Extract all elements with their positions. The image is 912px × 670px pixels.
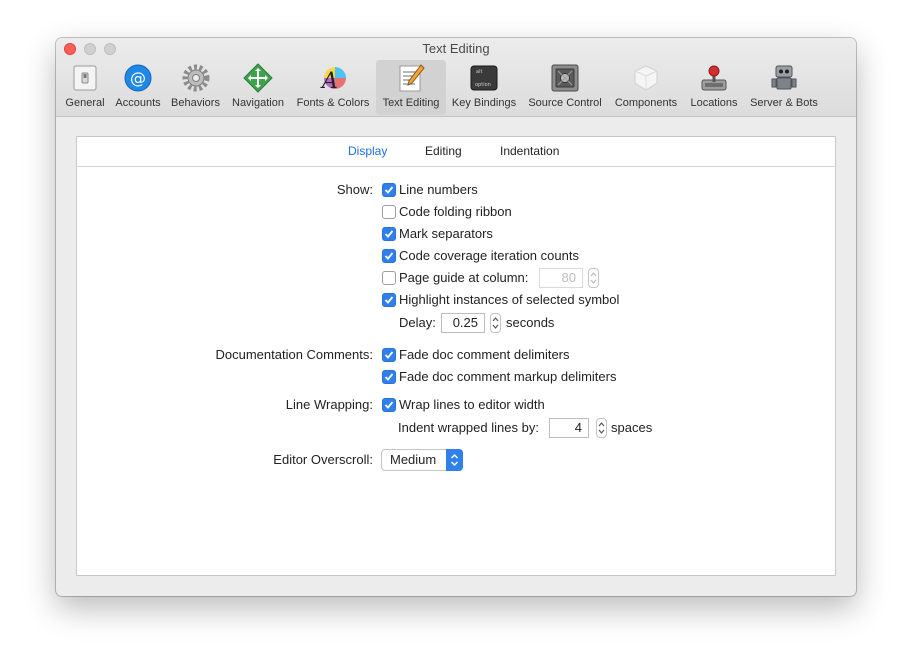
- svg-text:A: A: [320, 69, 338, 93]
- titlebar: Text Editing General @ Accounts Behavior…: [56, 38, 856, 117]
- toolbar-label: Source Control: [528, 97, 602, 109]
- key-bindings-icon: alt option: [470, 65, 498, 91]
- toolbar-label: Locations: [690, 97, 738, 109]
- toolbar-label: Behaviors: [171, 97, 220, 109]
- editor-overscroll-label: Editor Overscroll:: [273, 452, 373, 467]
- indent-unit-label: spaces: [611, 420, 653, 435]
- code-folding-ribbon-label: Code folding ribbon: [399, 204, 512, 219]
- chevron-updown-icon: [450, 453, 459, 467]
- highlight-instances-label: Highlight instances of selected symbol: [399, 292, 620, 307]
- window-title: Text Editing: [422, 41, 490, 56]
- code-folding-ribbon-checkbox[interactable]: [382, 205, 396, 219]
- delay-unit-label: seconds: [506, 315, 555, 330]
- fonts-colors-icon: A: [320, 67, 346, 93]
- mark-separators-checkbox[interactable]: [382, 227, 396, 241]
- toolbar-key-bindings[interactable]: alt option Key Bindings: [448, 60, 520, 115]
- doc-comments-label: Documentation Comments:: [215, 347, 373, 362]
- indent-wrapped-stepper[interactable]: [596, 418, 607, 438]
- checkmark-icon: [384, 186, 394, 194]
- stepper-arrows-icon: [492, 317, 499, 329]
- line-numbers-label: Line numbers: [399, 182, 478, 197]
- tab-display[interactable]: Display: [348, 144, 387, 158]
- toolbar-label: Accounts: [115, 97, 161, 109]
- toolbar-fonts-colors[interactable]: A Fonts & Colors: [292, 60, 374, 115]
- page-guide-column-field: 80: [539, 268, 583, 288]
- tab-indentation[interactable]: Indentation: [500, 144, 559, 158]
- editor-overscroll-value: Medium: [390, 452, 437, 467]
- behaviors-icon: [182, 64, 209, 92]
- preferences-window: Text Editing General @ Accounts Behavior…: [56, 38, 856, 596]
- toolbar-label: Key Bindings: [451, 97, 517, 109]
- fade-doc-delimiters-checkbox[interactable]: [382, 348, 396, 362]
- toolbar-behaviors[interactable]: Behaviors: [167, 60, 224, 115]
- checkmark-icon: [384, 373, 394, 381]
- toolbar-accounts[interactable]: @ Accounts: [110, 60, 166, 115]
- checkmark-icon: [384, 296, 394, 304]
- accounts-icon: @: [124, 64, 152, 92]
- indent-wrapped-label: Indent wrapped lines by:: [398, 420, 539, 435]
- fade-doc-delimiters-label: Fade doc comment delimiters: [399, 347, 570, 362]
- toolbar-navigation[interactable]: Navigation: [226, 60, 290, 115]
- tab-editing[interactable]: Editing: [425, 144, 462, 158]
- server-bots-icon: [771, 65, 797, 90]
- line-numbers-checkbox[interactable]: [382, 183, 396, 197]
- tab-bar: Display Editing Indentation: [77, 137, 835, 167]
- toolbar-text-editing[interactable]: Text Editing: [376, 60, 446, 115]
- highlight-instances-checkbox[interactable]: [382, 293, 396, 307]
- wrap-lines-label: Wrap lines to editor width: [399, 397, 545, 412]
- wrap-lines-checkbox[interactable]: [382, 398, 396, 412]
- stepper-arrows-icon: [598, 422, 605, 434]
- general-icon: [73, 65, 97, 91]
- svg-text:option: option: [475, 82, 491, 88]
- toolbar-label: Components: [614, 97, 678, 109]
- settings-panel: Display Editing Indentation Show: Line n…: [76, 136, 836, 576]
- toolbar-label: Fonts & Colors: [296, 97, 370, 109]
- toolbar-components[interactable]: Components: [610, 60, 682, 115]
- locations-icon: [701, 65, 727, 91]
- toolbar-source-control[interactable]: Source Control: [522, 60, 608, 115]
- toolbar-label: Server & Bots: [750, 97, 818, 109]
- delay-label: Delay:: [399, 315, 436, 330]
- page-guide-stepper: [588, 268, 599, 288]
- show-label: Show:: [336, 182, 373, 197]
- code-coverage-label: Code coverage iteration counts: [399, 248, 579, 263]
- checkmark-icon: [384, 230, 394, 238]
- fade-doc-markup-label: Fade doc comment markup delimiters: [399, 369, 617, 384]
- navigation-icon: [243, 63, 273, 93]
- fade-doc-markup-checkbox[interactable]: [382, 370, 396, 384]
- code-coverage-checkbox[interactable]: [382, 249, 396, 263]
- toolbar-server-bots[interactable]: Server & Bots: [746, 60, 822, 115]
- page-guide-label: Page guide at column:: [399, 270, 529, 285]
- line-wrapping-label: Line Wrapping:: [285, 397, 373, 412]
- stepper-arrows-icon: [590, 272, 597, 284]
- svg-text:@: @: [130, 69, 146, 88]
- toolbar-label: Text Editing: [382, 97, 440, 109]
- components-icon: [634, 65, 658, 91]
- delay-stepper[interactable]: [490, 313, 501, 333]
- delay-field[interactable]: 0.25: [441, 313, 485, 333]
- mark-separators-label: Mark separators: [399, 226, 493, 241]
- checkmark-icon: [384, 252, 394, 260]
- toolbar-locations[interactable]: Locations: [684, 60, 744, 115]
- toolbar-label: Navigation: [232, 97, 284, 109]
- text-editing-icon: [399, 64, 425, 92]
- editor-overscroll-popup[interactable]: Medium: [381, 449, 463, 471]
- indent-wrapped-field[interactable]: 4: [549, 418, 589, 438]
- checkmark-icon: [384, 401, 394, 409]
- toolbar-general[interactable]: General: [61, 60, 109, 115]
- toolbar-label: General: [65, 97, 105, 109]
- svg-text:alt: alt: [476, 69, 482, 75]
- page-guide-checkbox[interactable]: [382, 271, 396, 285]
- popup-arrows: [446, 449, 463, 471]
- source-control-icon: [551, 64, 579, 92]
- checkmark-icon: [384, 351, 394, 359]
